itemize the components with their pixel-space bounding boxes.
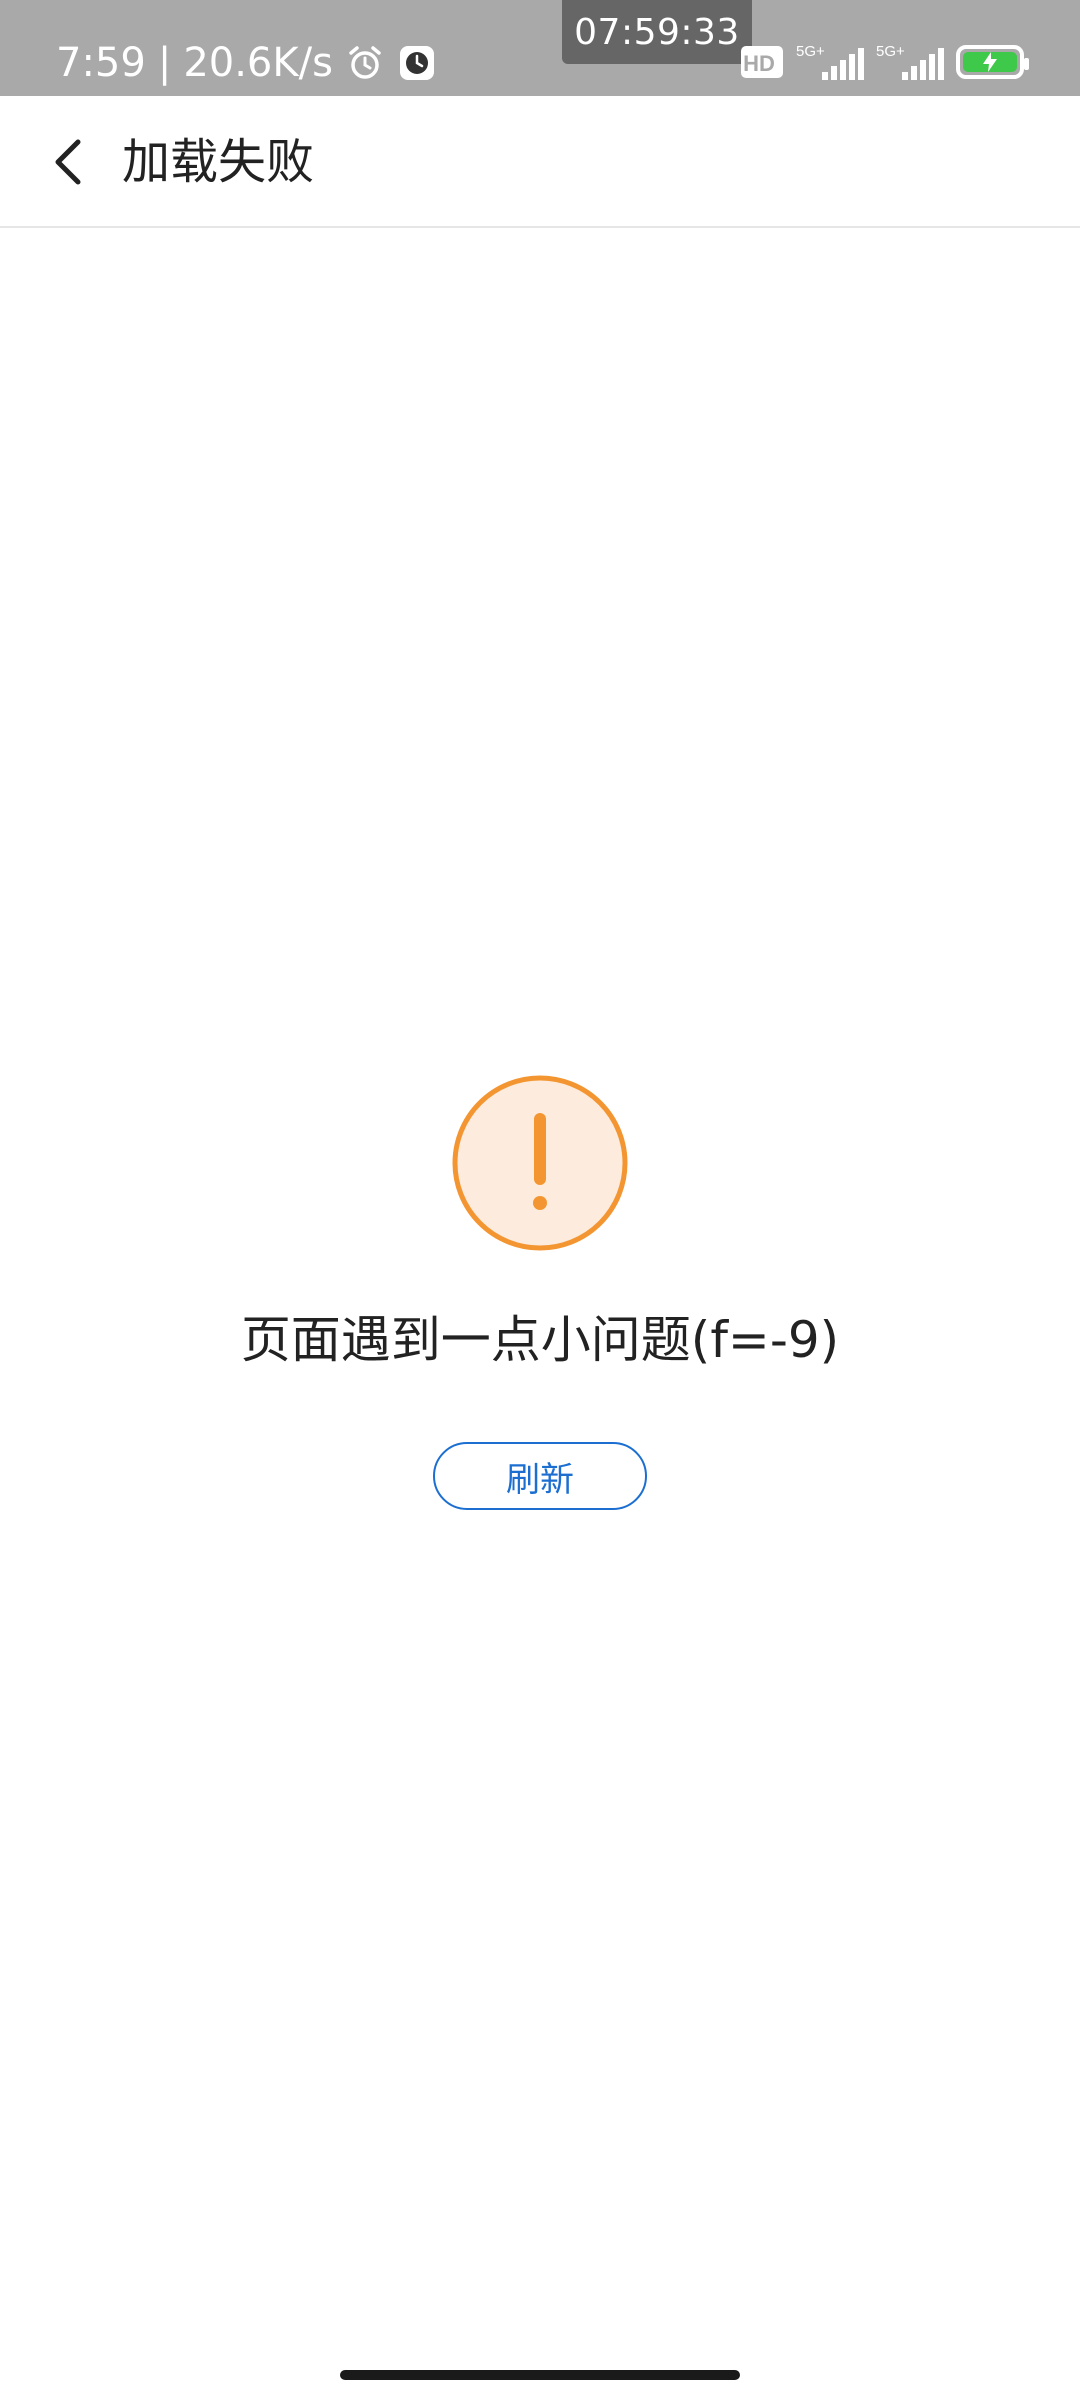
- app-bar: 加载失败: [0, 96, 1080, 228]
- back-button[interactable]: [30, 124, 106, 200]
- sim2-label: 5G+: [876, 43, 905, 60]
- clock-icon: [397, 43, 437, 83]
- status-separator: |: [157, 40, 172, 86]
- chevron-left-icon: [55, 139, 81, 185]
- status-bar-right: HD 5G+ 5G+: [740, 42, 1029, 82]
- refresh-button[interactable]: 刷新: [433, 1442, 647, 1510]
- screen-clock: 07:59:33: [562, 0, 752, 64]
- network-speed: 20.6K/s: [183, 40, 333, 86]
- status-bar-left: 7:59 | 20.6K/s: [56, 36, 437, 90]
- home-indicator[interactable]: [340, 2370, 740, 2380]
- hd-icon: HD: [741, 46, 783, 78]
- hd-label: HD: [743, 51, 775, 76]
- page-title: 加载失败: [122, 134, 315, 190]
- battery-charging-icon: [956, 45, 1029, 79]
- error-message: 页面遇到一点小问题(f=-9): [240, 1311, 840, 1369]
- sim1-label: 5G+: [796, 43, 825, 60]
- signal-5g-icon: 5G+: [876, 43, 944, 80]
- status-time: 7:59: [56, 40, 146, 86]
- signal-5g-icon: 5G+: [796, 43, 864, 80]
- alarm-icon: [345, 43, 385, 83]
- exclamation-circle-icon: [450, 1073, 630, 1253]
- status-bar: 7:59 | 20.6K/s 07:59:33 HD 5G+ 5G+: [0, 0, 1080, 96]
